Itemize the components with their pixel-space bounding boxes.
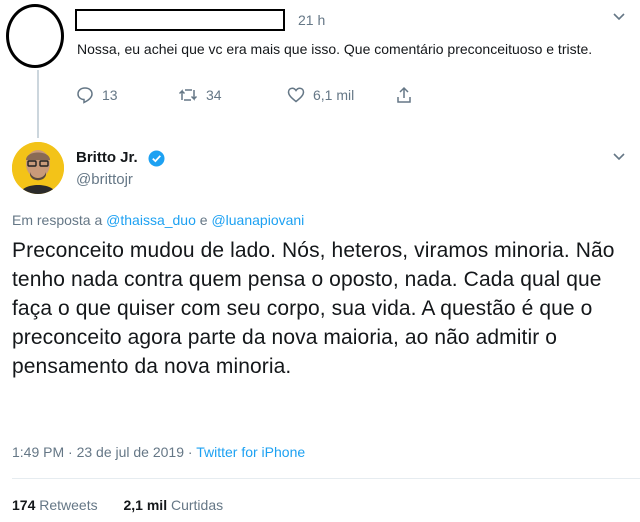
reply-menu-chevron-icon[interactable] xyxy=(612,10,626,27)
retweets-label: Retweets xyxy=(39,497,98,513)
like-total: 2,1 mil xyxy=(123,497,168,513)
likes-label: Curtidas xyxy=(170,497,224,513)
mention-link-1[interactable]: @thaissa_duo xyxy=(106,212,196,228)
tweet-body: Preconceito mudou de lado. Nós, heteros,… xyxy=(12,239,615,378)
reply-button[interactable]: 13 xyxy=(76,86,118,104)
thread-connector xyxy=(37,70,39,138)
tweet-menu-chevron-icon[interactable] xyxy=(612,150,626,167)
like-count: 6,1 mil xyxy=(313,87,355,103)
retweet-total: 174 xyxy=(12,497,36,513)
display-name[interactable]: Britto Jr. xyxy=(76,149,138,166)
share-button[interactable] xyxy=(395,86,421,104)
mention-link-2[interactable]: @luanapiovani xyxy=(211,212,304,228)
in-reply-to: Em resposta a @thaissa_duo e @luanapiova… xyxy=(12,212,304,228)
profile-avatar[interactable] xyxy=(12,142,64,194)
user-handle[interactable]: @brittojr xyxy=(76,171,133,188)
share-icon xyxy=(397,86,411,103)
retweets-stat[interactable]: 174 Retweets xyxy=(12,497,98,513)
reply-count: 13 xyxy=(102,87,118,103)
tweet-source-link[interactable]: Twitter for iPhone xyxy=(196,444,305,460)
in-reply-and: e xyxy=(199,212,208,228)
heart-icon xyxy=(287,87,305,103)
in-reply-prefix: Em resposta a xyxy=(12,212,103,228)
reply-time[interactable]: 21 h xyxy=(298,12,325,28)
redacted-avatar[interactable] xyxy=(6,4,64,68)
tweet-meta: 1:49 PM · 23 de jul de 2019 · Twitter fo… xyxy=(12,444,305,460)
like-button[interactable]: 6,1 mil xyxy=(287,86,354,104)
retweet-icon xyxy=(178,89,198,101)
reply-text: Nossa, eu achei que vc era mais que isso… xyxy=(77,41,593,57)
divider xyxy=(12,478,640,479)
verified-badge-icon xyxy=(148,150,165,172)
retweet-button[interactable]: 34 xyxy=(178,86,222,104)
tweet-stats: 174 Retweets 2,1 mil Curtidas xyxy=(12,497,223,513)
tweet-timestamp[interactable]: 1:49 PM · 23 de jul de 2019 · xyxy=(12,444,193,460)
likes-stat[interactable]: 2,1 mil Curtidas xyxy=(124,497,224,513)
retweet-count: 34 xyxy=(206,87,222,103)
comment-icon xyxy=(77,87,93,104)
redacted-username xyxy=(75,9,285,31)
